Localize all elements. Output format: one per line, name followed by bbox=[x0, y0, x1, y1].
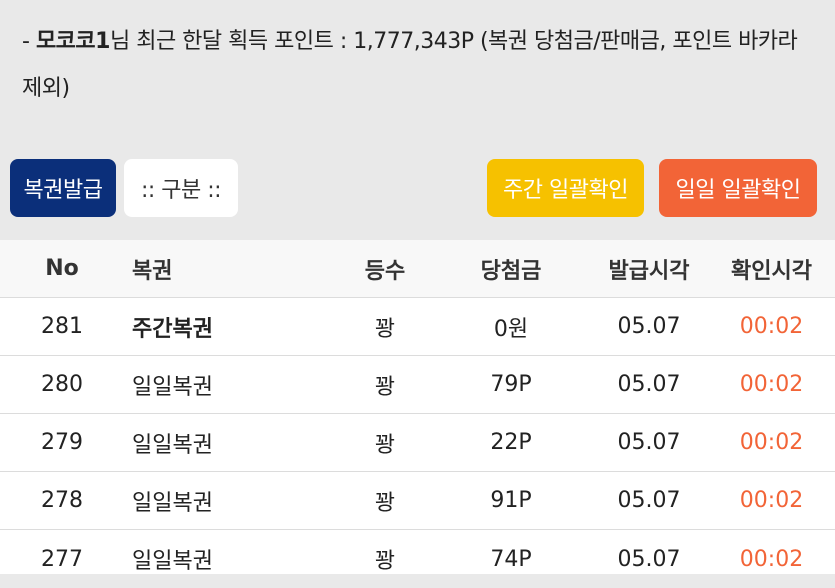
row-rank: 꽝 bbox=[374, 432, 396, 458]
row-confirmed-time: 00:02 bbox=[739, 546, 804, 572]
table-row[interactable]: 278 일일복권 꽝 91P 05.07 00:02 bbox=[0, 472, 835, 530]
row-no: 278 bbox=[41, 488, 83, 513]
row-ticket: 일일복권 bbox=[132, 549, 213, 574]
row-prize: 0원 bbox=[493, 316, 529, 342]
row-confirmed-time: 00:02 bbox=[739, 430, 804, 455]
row-issued-time: 05.07 bbox=[617, 430, 681, 455]
row-prize: 74P bbox=[490, 546, 532, 572]
row-confirmed-time: 00:02 bbox=[739, 314, 804, 339]
notice-username: 모코코1 bbox=[35, 29, 111, 54]
header-confirmed-time: 확인시각 bbox=[731, 258, 812, 284]
row-confirmed-time: 00:02 bbox=[739, 488, 804, 513]
header-ticket: 복권 bbox=[132, 258, 173, 284]
table-row[interactable]: 277 일일복권 꽝 74P 05.07 00:02 bbox=[0, 530, 835, 575]
points-notice: - 모코코1님 최근 한달 획득 포인트 : 1,777,343P (복권 당첨… bbox=[22, 18, 822, 112]
issue-ticket-button[interactable]: 복권발급 bbox=[10, 159, 116, 217]
row-issued-time: 05.07 bbox=[617, 314, 681, 339]
row-ticket: 일일복권 bbox=[132, 490, 213, 516]
table-row[interactable]: 280 일일복권 꽝 79P 05.07 00:02 bbox=[0, 356, 835, 414]
notice-text: 님 최근 한달 획득 포인트 : 1,777,343P (복권 당첨금/판매금,… bbox=[22, 29, 798, 101]
lottery-table: No 복권 등수 당첨금 발급시각 확인시각 281 주간복권 꽝 0원 05.… bbox=[0, 240, 835, 574]
table-row[interactable]: 279 일일복권 꽝 22P 05.07 00:02 bbox=[0, 414, 835, 472]
header-no: No bbox=[45, 256, 79, 281]
row-confirmed-time: 00:02 bbox=[739, 372, 804, 397]
row-issued-time: 05.07 bbox=[617, 372, 681, 397]
row-rank: 꽝 bbox=[374, 549, 396, 574]
weekly-confirm-all-button[interactable]: 주간 일괄확인 bbox=[487, 159, 644, 217]
row-issued-time: 05.07 bbox=[617, 488, 681, 513]
header-prize: 당첨금 bbox=[480, 258, 542, 284]
row-prize: 91P bbox=[490, 488, 532, 513]
row-ticket: 일일복권 bbox=[132, 432, 213, 458]
row-prize: 22P bbox=[490, 430, 532, 455]
row-rank: 꽝 bbox=[374, 316, 396, 342]
header-issued-time: 발급시각 bbox=[608, 258, 690, 284]
row-rank: 꽝 bbox=[374, 374, 396, 400]
table-row[interactable]: 281 주간복권 꽝 0원 05.07 00:02 bbox=[0, 298, 835, 356]
notice-prefix: - bbox=[22, 29, 36, 54]
row-no: 279 bbox=[41, 430, 83, 455]
daily-confirm-all-button[interactable]: 일일 일괄확인 bbox=[659, 159, 817, 217]
row-no: 277 bbox=[41, 546, 83, 572]
row-issued-time: 05.07 bbox=[617, 546, 681, 572]
header-rank: 등수 bbox=[364, 258, 406, 284]
row-no: 280 bbox=[41, 372, 83, 397]
row-no: 281 bbox=[41, 314, 83, 339]
row-ticket: 일일복권 bbox=[132, 374, 213, 400]
category-select[interactable]: :: 구분 :: bbox=[124, 159, 238, 217]
row-rank: 꽝 bbox=[374, 490, 396, 516]
row-ticket: 주간복권 bbox=[132, 316, 213, 342]
table-header-row: No 복권 등수 당첨금 발급시각 확인시각 bbox=[0, 240, 835, 298]
row-prize: 79P bbox=[490, 372, 532, 397]
